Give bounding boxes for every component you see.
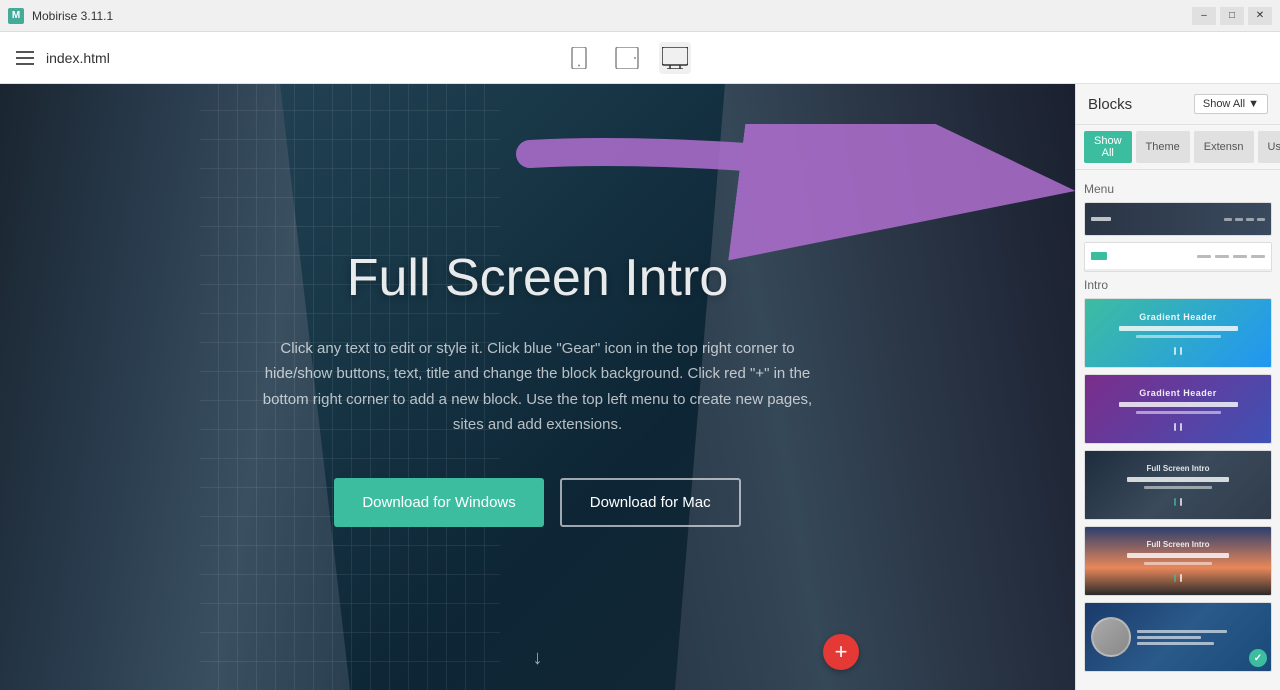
panel-header: Blocks Show All ▼ <box>1076 84 1280 125</box>
section-label-intro: Intro <box>1084 278 1272 292</box>
panel-tabs: Show All Theme Extensn User <box>1076 125 1280 170</box>
download-mac-button[interactable]: Download for Mac <box>560 478 741 527</box>
maximize-button[interactable]: □ <box>1220 7 1244 25</box>
mobile-device-button[interactable] <box>563 42 595 74</box>
block-intro-photo-dark[interactable]: Full Screen Intro <box>1084 450 1272 520</box>
panel-scroll-area[interactable]: Menu <box>1076 170 1280 690</box>
block-intro-gradient-green[interactable]: Gradient Header <box>1084 298 1272 368</box>
close-button[interactable]: ✕ <box>1248 7 1272 25</box>
block-intro-sunset[interactable]: Full Screen Intro <box>1084 526 1272 596</box>
show-all-dropdown-button[interactable]: Show All ▼ <box>1194 94 1268 114</box>
block-menu-dark[interactable] <box>1084 202 1272 236</box>
block-intro-gradient-purple[interactable]: Gradient Header <box>1084 374 1272 444</box>
menu-button[interactable] <box>16 51 34 65</box>
scroll-indicator: ↓ <box>533 647 543 670</box>
section-label-menu: Menu <box>1084 182 1272 196</box>
filename-label: index.html <box>46 50 110 66</box>
block-menu-light[interactable] <box>1084 242 1272 272</box>
tablet-device-button[interactable] <box>611 42 643 74</box>
titlebar: M Mobirise 3.11.1 – □ ✕ <box>0 0 1280 32</box>
block-intro-media[interactable]: ✓ <box>1084 602 1272 672</box>
titlebar-controls[interactable]: – □ ✕ <box>1192 7 1272 25</box>
hero-subtitle[interactable]: Click any text to edit or style it. Clic… <box>258 336 818 438</box>
tab-user[interactable]: User <box>1258 131 1280 163</box>
main-area: Full Screen Intro Click any text to edit… <box>0 84 1280 690</box>
tab-show-all[interactable]: Show All <box>1084 131 1132 163</box>
add-block-button[interactable]: + <box>823 634 859 670</box>
desktop-device-button[interactable] <box>659 42 691 74</box>
hero-title[interactable]: Full Screen Intro <box>347 248 729 308</box>
app-icon: M <box>8 8 24 24</box>
device-switcher <box>563 42 691 74</box>
canvas-content: Full Screen Intro Click any text to edit… <box>0 84 1075 690</box>
selected-badge: ✓ <box>1249 649 1267 667</box>
tab-extension[interactable]: Extensn <box>1194 131 1254 163</box>
panel-title: Blocks <box>1088 96 1132 113</box>
toolbar-left: index.html <box>16 50 110 66</box>
download-windows-button[interactable]: Download for Windows <box>334 478 543 527</box>
hero-buttons: Download for Windows Download for Mac <box>334 478 740 527</box>
canvas: Full Screen Intro Click any text to edit… <box>0 84 1075 690</box>
minimize-button[interactable]: – <box>1192 7 1216 25</box>
app-title: Mobirise 3.11.1 <box>32 9 113 23</box>
titlebar-left: M Mobirise 3.11.1 <box>8 8 113 24</box>
blocks-panel: Blocks Show All ▼ Show All Theme Extensn… <box>1075 84 1280 690</box>
toolbar: index.html <box>0 32 1280 84</box>
tab-theme[interactable]: Theme <box>1136 131 1190 163</box>
